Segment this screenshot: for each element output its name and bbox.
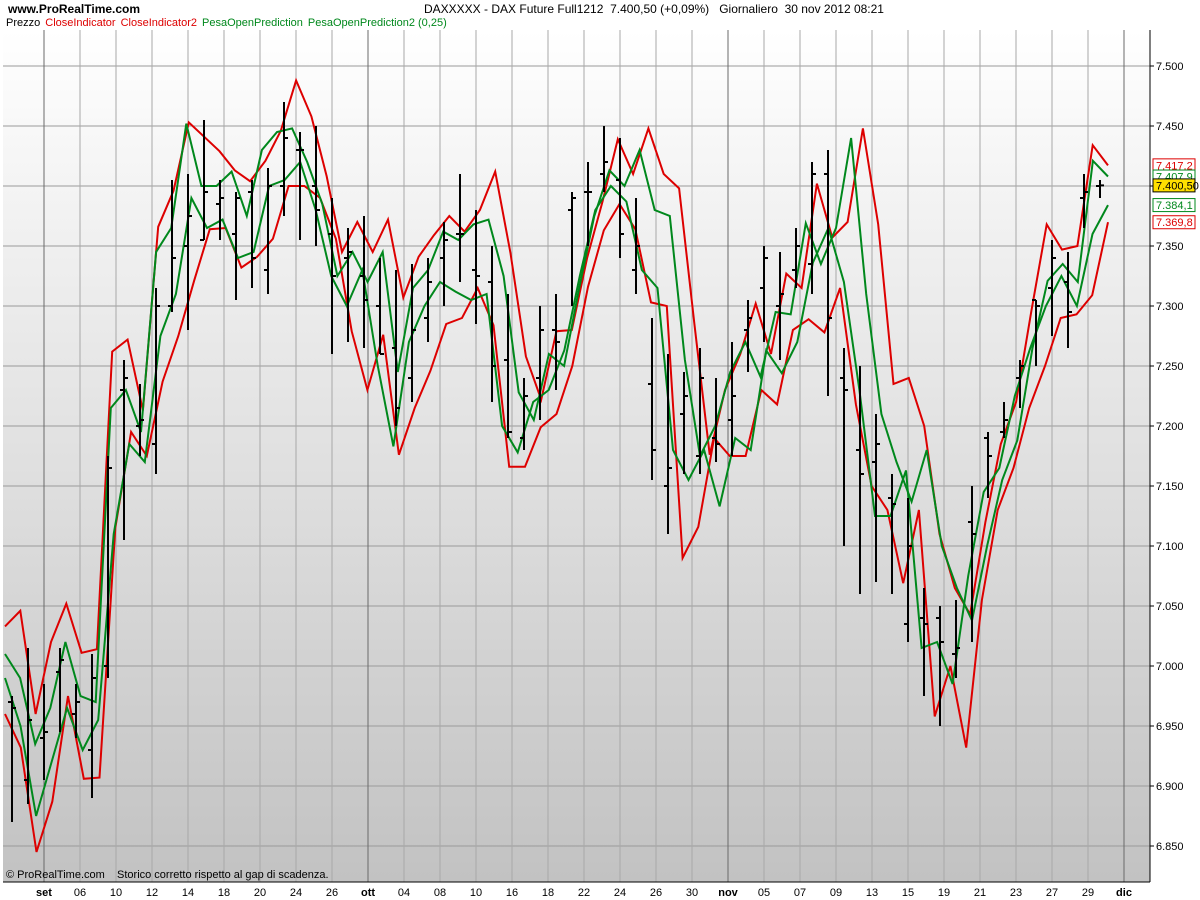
x-tick-label: 27 <box>1046 887 1058 899</box>
history-note: Storico corretto rispetto al gap di scad… <box>117 869 329 881</box>
x-tick-label: set <box>36 887 52 899</box>
x-tick-label: 24 <box>290 887 302 899</box>
y-tick-label: 7.100 <box>1156 541 1184 553</box>
x-tick-label: 10 <box>110 887 122 899</box>
chart-window: www.ProRealTime.com DAXXXXX - DAX Future… <box>0 0 1200 900</box>
x-tick-label: 18 <box>542 887 554 899</box>
x-tick-label: ott <box>361 887 375 899</box>
x-tick-label: dic <box>1116 887 1132 899</box>
x-tick-label: 29 <box>1082 887 1094 899</box>
x-tick-label: 04 <box>398 887 410 899</box>
x-tick-label: 16 <box>506 887 518 899</box>
x-tick-label: 19 <box>938 887 950 899</box>
x-tick-label: 26 <box>650 887 662 899</box>
y-tick-label: 7.500 <box>1156 61 1184 73</box>
y-tick-label: 7.450 <box>1156 121 1184 133</box>
x-tick-label: 22 <box>578 887 590 899</box>
x-tick-label: 07 <box>794 887 806 899</box>
footer-note: © ProRealTime.com Storico corretto rispe… <box>6 869 329 881</box>
y-tick-label: 7.250 <box>1156 361 1184 373</box>
x-tick-label: nov <box>718 887 738 899</box>
x-tick-label: 21 <box>974 887 986 899</box>
x-tick-label: 05 <box>758 887 770 899</box>
price-label-text: 7.384,1 <box>1156 200 1193 212</box>
x-tick-label: 09 <box>830 887 842 899</box>
x-tick-label: 18 <box>218 887 230 899</box>
x-tick-label: 24 <box>614 887 626 899</box>
x-tick-label: 30 <box>686 887 698 899</box>
price-label-text: 7.369,8 <box>1156 217 1193 229</box>
y-tick-label: 6.900 <box>1156 781 1184 793</box>
y-tick-label: 7.050 <box>1156 601 1184 613</box>
y-tick-label: 7.000 <box>1156 661 1184 673</box>
x-tick-label: 14 <box>182 887 194 899</box>
x-tick-label: 26 <box>326 887 338 899</box>
x-tick-label: 20 <box>254 887 266 899</box>
copyright-label: © ProRealTime.com <box>6 869 105 881</box>
price-label-text: 7.400,50 <box>1156 180 1199 192</box>
y-tick-label: 6.850 <box>1156 841 1184 853</box>
y-tick-label: 7.150 <box>1156 481 1184 493</box>
x-tick-label: 12 <box>146 887 158 899</box>
x-tick-label: 08 <box>434 887 446 899</box>
y-tick-label: 7.300 <box>1156 301 1184 313</box>
plot-background <box>3 30 1150 882</box>
y-tick-label: 7.350 <box>1156 241 1184 253</box>
x-tick-label: 13 <box>866 887 878 899</box>
price-chart[interactable]: 6.850 6.900 6.950 7.000 7.050 7.100 7.150 7.200… <box>0 0 1200 900</box>
x-tick-label: 06 <box>74 887 86 899</box>
x-tick-label: 15 <box>902 887 914 899</box>
x-tick-label: 10 <box>470 887 482 899</box>
y-tick-label: 7.200 <box>1156 421 1184 433</box>
y-tick-label: 6.950 <box>1156 721 1184 733</box>
x-tick-label: 23 <box>1010 887 1022 899</box>
